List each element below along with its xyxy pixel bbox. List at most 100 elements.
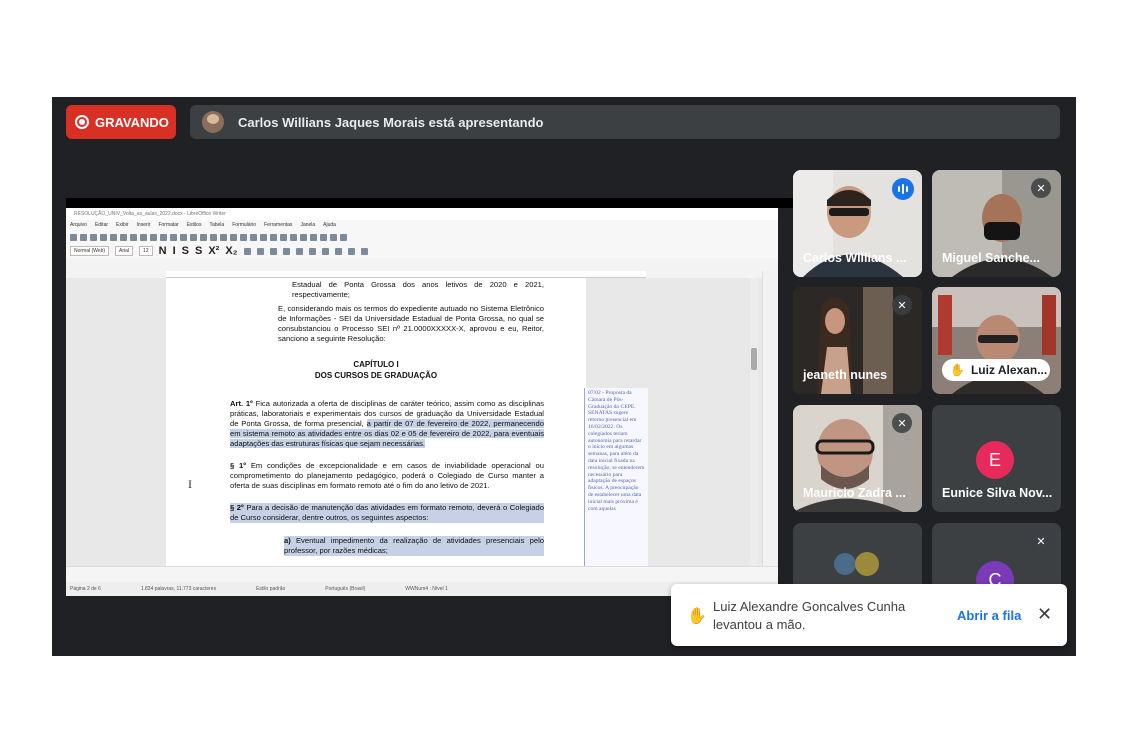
menu-item: Janela <box>300 222 316 228</box>
toast-message: Luiz Alexandre Goncalves Cunha levantou … <box>713 599 906 632</box>
mic-off-icon: ✕ <box>892 295 912 315</box>
participant-name: Eunice Silva Nov... <box>942 486 1053 500</box>
speaking-indicator-icon <box>892 178 914 200</box>
presenter-avatar <box>202 111 224 133</box>
meet-stage: GRAVANDO Carlos Willians Jaques Morais e… <box>52 97 1076 656</box>
highlight-icon <box>256 247 264 255</box>
chapter-title: DOS CURSOS DE GRADUAÇÃO <box>314 371 438 380</box>
writer-toolbar <box>66 230 778 244</box>
status-style: Estilo padrão <box>256 586 286 592</box>
raised-hand-badge: ✋ Luiz Alexan... <box>942 359 1050 381</box>
track-changes-icon <box>320 233 327 241</box>
align-left-icon <box>269 247 277 255</box>
chart-icon <box>240 233 247 241</box>
presenter-text: Carlos Willians Jaques Morais está apres… <box>238 114 544 130</box>
field-icon <box>270 233 277 241</box>
mic-off-icon: ✕ <box>1031 178 1051 198</box>
menu-item: Ajuda <box>323 222 336 228</box>
open-queue-button[interactable]: Abrir a fila <box>957 608 1021 623</box>
participant-tile[interactable]: Carlos Willians ... <box>793 170 922 277</box>
mic-off-icon: ✕ <box>1031 531 1051 551</box>
participant-tile[interactable]: ✕ Mauricio Zadra ... <box>793 405 922 512</box>
document-page: Estadual de Ponta Grossa dos anos letivo… <box>166 278 586 578</box>
recording-label: GRAVANDO <box>95 114 169 130</box>
paragraph-1: § 1º Em condições de excepcionalidade e … <box>230 461 544 491</box>
status-page: Página 2 de 6 <box>70 586 101 592</box>
print-icon <box>110 233 117 241</box>
writer-menubar: Arquivo Editar Exibir Inserir Formatar E… <box>66 220 778 230</box>
doc-text: Eventual impedimento da realização de at… <box>284 536 544 555</box>
textbox-icon <box>250 233 257 241</box>
superscript-icon: X² <box>208 245 220 257</box>
hand-icon: ✋ <box>687 608 707 625</box>
doc-text: Art. 1º <box>230 399 253 408</box>
undo-icon <box>170 233 177 241</box>
spellcheck-icon <box>200 233 207 241</box>
doc-text: Para a decisão de manutenção das ativida… <box>230 503 544 522</box>
participant-tile[interactable]: ✕ Miguel Sanche... <box>932 170 1061 277</box>
participant-name: Luiz Alexan... <box>970 363 1048 377</box>
paste-icon <box>150 233 157 241</box>
justify-icon <box>308 247 316 255</box>
redo-icon <box>180 233 187 241</box>
presenter-banner: Carlos Willians Jaques Morais está apres… <box>190 105 1060 139</box>
participant-name: Carlos Willians ... <box>803 251 907 265</box>
line-spacing-icon <box>360 247 368 255</box>
align-right-icon <box>295 247 303 255</box>
doc-text: Em condições de excepcionalidade e em ca… <box>230 461 544 490</box>
find-icon <box>190 233 197 241</box>
menu-item: Ferramentas <box>264 222 293 228</box>
doc-text: a) <box>284 536 291 545</box>
raised-hand-toast: ✋ Luiz Alexandre Goncalves Cunha levanto… <box>671 584 1067 646</box>
participant-tile[interactable]: ✋ Luiz Alexan... <box>932 287 1061 394</box>
clone-icon <box>160 233 167 241</box>
participant-tile[interactable]: ✕ jeaneth nunes <box>793 287 922 394</box>
indent-icon <box>347 247 355 255</box>
open-icon <box>80 233 87 241</box>
item-a: a) Eventual impedimento da realização de… <box>284 536 544 556</box>
preview-icon <box>120 233 127 241</box>
participant-tile[interactable]: E Eunice Silva Nov... <box>932 405 1061 512</box>
participant-name: Miguel Sanche... <box>942 251 1040 265</box>
doc-text: § 1º <box>230 461 247 470</box>
chapter-number: CAPÍTULO I <box>353 360 399 369</box>
paragraph-2: § 2º Para a decisão de manutenção das at… <box>230 503 544 523</box>
status-words: 1.834 palavras, 11.773 caracteres <box>140 586 217 592</box>
comment-note: 07/02 - Proposta da Câmara de Pós-Gradua… <box>584 388 648 578</box>
writer-format-bar: Normal (Web) Arial 12 N I S S X² X₂ <box>66 244 778 258</box>
menu-item: Estilos <box>186 222 202 228</box>
save-icon <box>90 233 97 241</box>
align-center-icon <box>282 247 290 255</box>
screen-share-top-bar <box>66 198 793 208</box>
new-doc-icon <box>70 233 77 241</box>
participant-name: jeaneth nunes <box>803 368 888 382</box>
ruler <box>166 271 646 278</box>
strike-icon: S <box>194 245 203 257</box>
menu-item: Tabela <box>209 222 225 228</box>
doc-text: E, considerando mais os termos do expedi… <box>278 304 544 343</box>
menu-item: Inserir <box>136 222 151 228</box>
doc-text: Estadual de Ponta Grossa dos anos letivo… <box>292 280 544 299</box>
menu-item: Formulário <box>232 222 257 228</box>
participant-avatar-photo <box>834 552 879 576</box>
font-color-icon <box>243 247 251 255</box>
record-icon <box>75 115 89 129</box>
font-size-select: 12 <box>139 246 153 256</box>
close-icon[interactable]: ✕ <box>1037 604 1052 625</box>
cut-icon <box>130 233 137 241</box>
status-level: WWNum4 : Nível 1 <box>405 586 448 592</box>
doc-text: § 2º <box>230 503 244 512</box>
bold-icon: N <box>158 245 167 257</box>
document-area: Estadual de Ponta Grossa dos anos letivo… <box>66 278 762 578</box>
pilcrow-icon <box>210 233 217 241</box>
shared-screen-writer: RESOLUÇÃO_UNIV_Volta_as_aulas_2022.docx … <box>66 208 778 596</box>
participant-name: Mauricio Zadra ... <box>803 486 906 500</box>
numbered-list-icon <box>334 247 342 255</box>
menu-item: Formatar <box>158 222 179 228</box>
special-char-icon <box>280 233 287 241</box>
line-icon <box>330 233 337 241</box>
font-name-select: Arial <box>115 246 134 256</box>
paragraph-style-select: Normal (Web) <box>70 246 110 256</box>
hand-icon: ✋ <box>950 363 965 377</box>
shapes-icon <box>340 233 347 241</box>
